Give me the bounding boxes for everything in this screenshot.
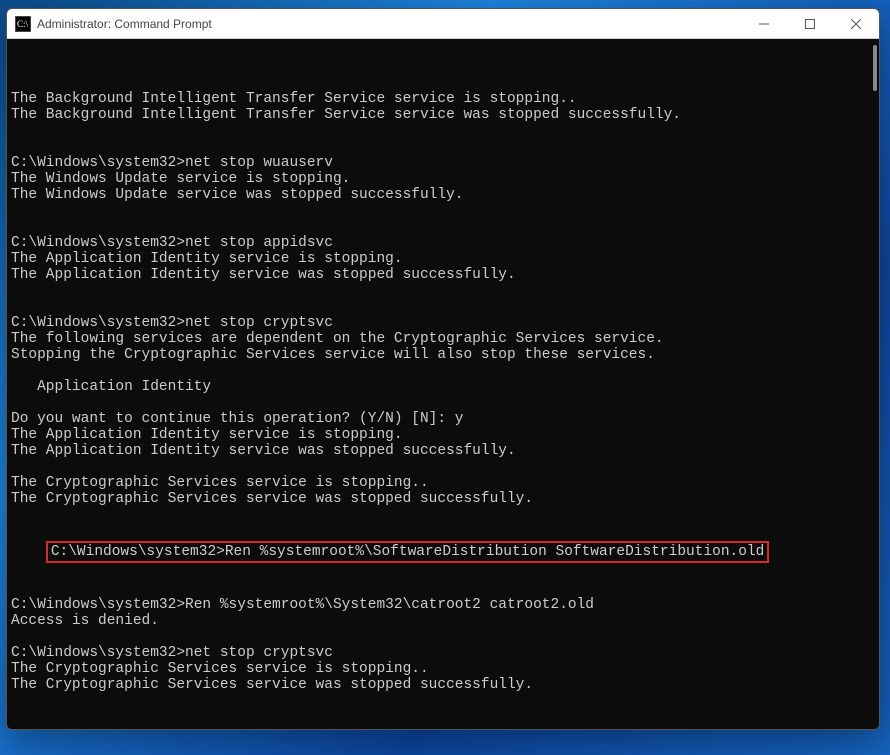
terminal-line xyxy=(11,629,879,645)
terminal-line: The Cryptographic Services service is st… xyxy=(11,475,879,491)
highlighted-command-1: C:\Windows\system32>Ren %systemroot%\Sof… xyxy=(46,541,770,563)
terminal-line xyxy=(11,395,879,411)
terminal-line xyxy=(11,219,879,235)
terminal-line: The Application Identity service is stop… xyxy=(11,427,879,443)
terminal-line: The Cryptographic Services service was s… xyxy=(11,677,879,693)
terminal-line: C:\Windows\system32>net stop cryptsvc xyxy=(11,645,879,661)
terminal-line xyxy=(11,507,879,523)
terminal-line xyxy=(11,581,879,597)
terminal-line xyxy=(11,203,879,219)
terminal-line: C:\Windows\system32>Ren %systemroot%\Sys… xyxy=(11,597,879,613)
terminal-line xyxy=(11,139,879,155)
terminal-line xyxy=(11,363,879,379)
terminal-line: Application Identity xyxy=(11,379,879,395)
maximize-button[interactable] xyxy=(787,9,833,38)
scrollbar-thumb[interactable] xyxy=(873,45,877,91)
terminal-line xyxy=(11,459,879,475)
terminal-line: The Application Identity service was sto… xyxy=(11,443,879,459)
terminal-line xyxy=(11,693,879,709)
terminal-line xyxy=(11,283,879,299)
command-prompt-window: C:\ Administrator: Command Prompt The Ba… xyxy=(6,8,880,730)
terminal-line: The Background Intelligent Transfer Serv… xyxy=(11,107,879,123)
terminal-line: The Application Identity service was sto… xyxy=(11,267,879,283)
terminal-line xyxy=(11,299,879,315)
cmd-icon: C:\ xyxy=(15,16,31,32)
terminal-line: The Cryptographic Services service is st… xyxy=(11,661,879,677)
terminal-line xyxy=(11,123,879,139)
window-controls xyxy=(741,9,879,38)
terminal-line: Do you want to continue this operation? … xyxy=(11,411,879,427)
terminal-line: The Windows Update service was stopped s… xyxy=(11,187,879,203)
close-button[interactable] xyxy=(833,9,879,38)
terminal-line: The following services are dependent on … xyxy=(11,331,879,347)
terminal-line: The Background Intelligent Transfer Serv… xyxy=(11,91,879,107)
terminal-line: Access is denied. xyxy=(11,613,879,629)
terminal-output[interactable]: The Background Intelligent Transfer Serv… xyxy=(7,39,879,729)
svg-text:C:\: C:\ xyxy=(17,19,29,29)
terminal-line: Stopping the Cryptographic Services serv… xyxy=(11,347,879,363)
terminal-line: The Cryptographic Services service was s… xyxy=(11,491,879,507)
titlebar[interactable]: C:\ Administrator: Command Prompt xyxy=(7,9,879,39)
window-title: Administrator: Command Prompt xyxy=(37,17,741,31)
terminal-line: The Windows Update service is stopping. xyxy=(11,171,879,187)
terminal-line: C:\Windows\system32>net stop wuauserv xyxy=(11,155,879,171)
terminal-line: C:\Windows\system32>net stop appidsvc xyxy=(11,235,879,251)
terminal-line: The Application Identity service is stop… xyxy=(11,251,879,267)
terminal-line xyxy=(11,709,879,725)
minimize-button[interactable] xyxy=(741,9,787,38)
terminal-line: C:\Windows\system32>net stop cryptsvc xyxy=(11,315,879,331)
